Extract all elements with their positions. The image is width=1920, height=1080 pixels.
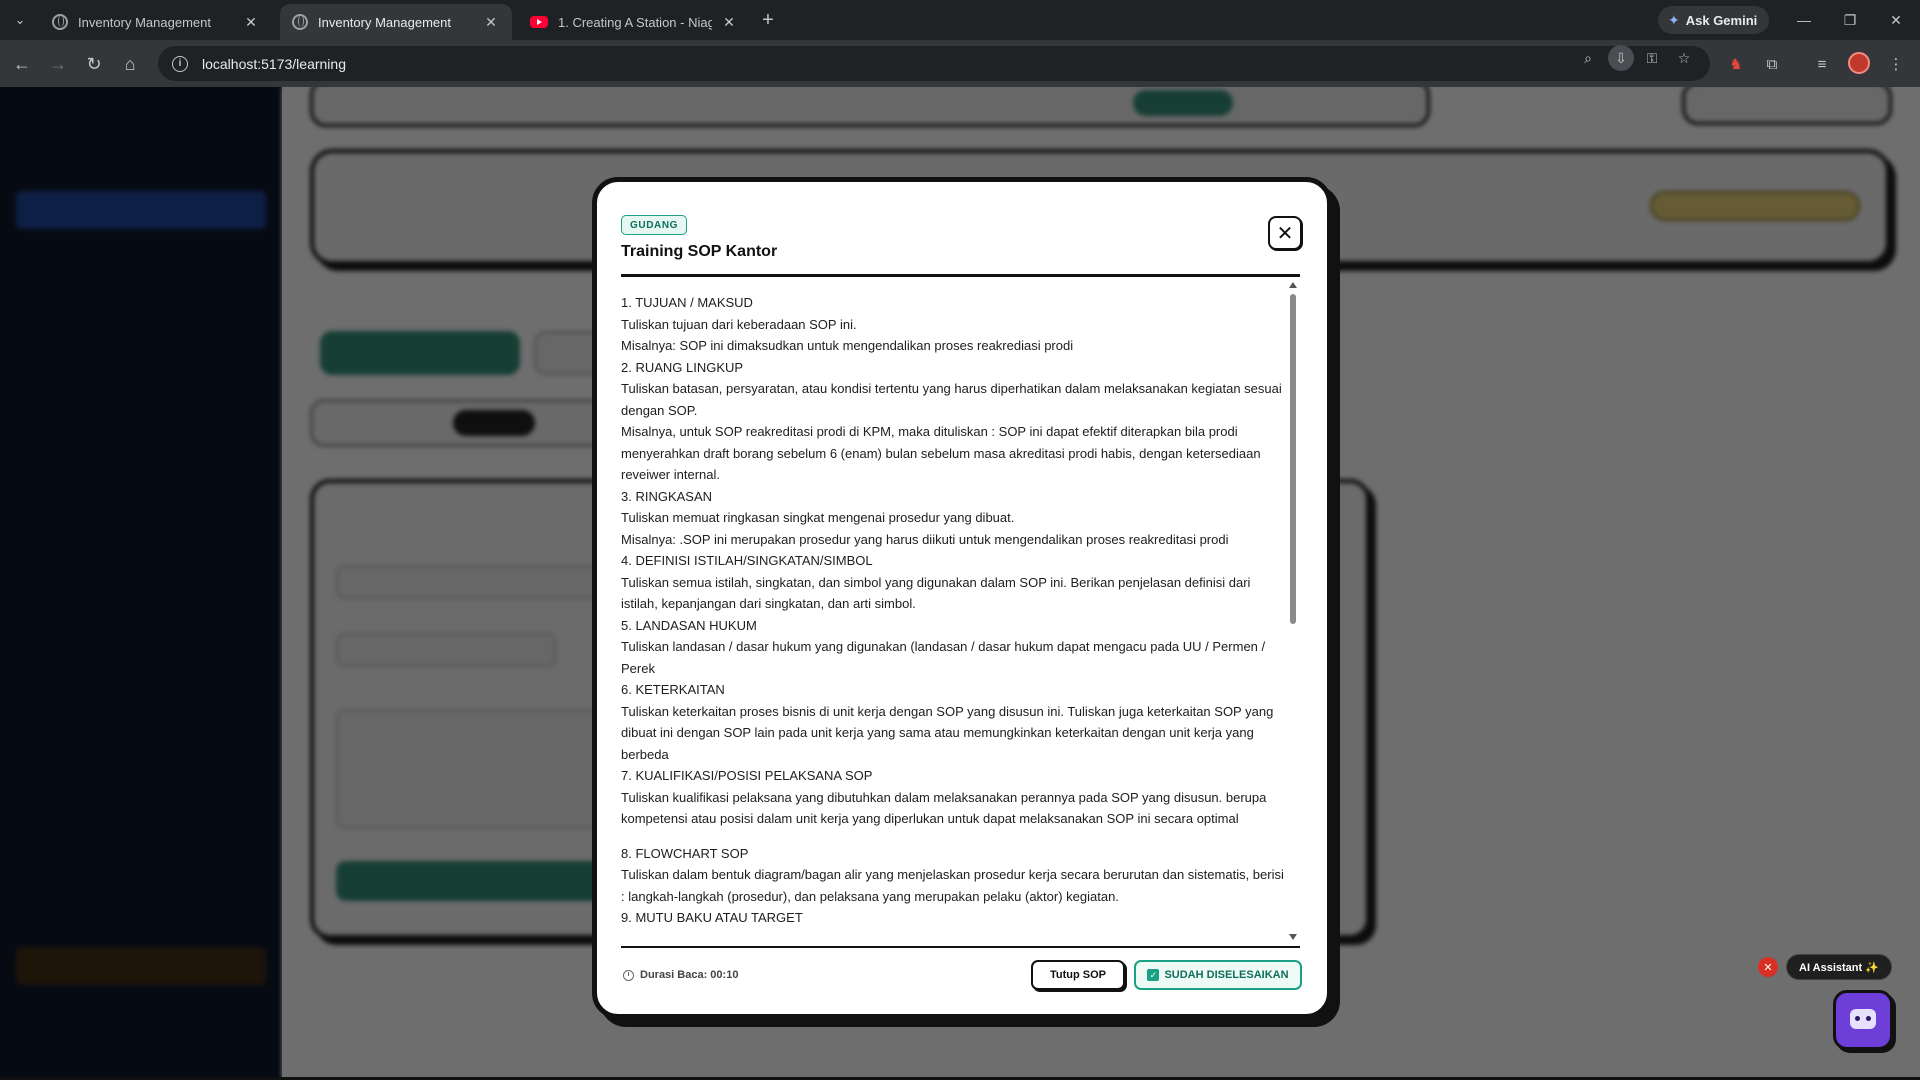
globe-icon [292,14,308,30]
scroll-up-icon[interactable] [1289,282,1297,288]
sop-line: Tuliskan batasan, persyaratan, atau kond… [621,381,1282,418]
sop-line: Tuliskan tujuan dari keberadaan SOP ini. [621,316,857,332]
sop-line: 4. DEFINISI ISTILAH/SINGKATAN/SIMBOL [621,553,873,568]
extensions-puzzle-icon[interactable]: ⧉ [1760,52,1784,76]
globe-icon [52,14,68,30]
reading-duration: Durasi Baca: 00:10 [623,969,738,981]
youtube-icon [530,16,548,28]
sop-line: 2. RUANG LINGKUP [621,359,744,375]
timer-icon [623,969,634,981]
profile-avatar[interactable] [1848,52,1870,74]
sop-line: Misalnya, untuk SOP reakreditasi prodi d… [621,424,1261,482]
browser-tab-3[interactable]: 1. Creating A Station - Niagara ✕ [518,4,750,40]
sop-line: Tuliskan memuat ringkasan singkat mengen… [621,510,1015,525]
url-text: localhost:5173/learning [202,55,346,72]
tab-title: Inventory Management [78,14,211,30]
sop-line: 5. LANDASAN HUKUM [621,617,757,633]
gemini-spark-icon: ✦ [1668,11,1680,28]
sop-line: Tuliskan landasan / dasar hukum yang dig… [621,639,1266,676]
sop-content[interactable]: 1. TUJUAN / MAKSUD Tuliskan tujuan dari … [621,278,1285,946]
mark-complete-label: SUDAH DISELESAIKAN [1164,969,1289,981]
ask-gemini-label: Ask Gemini [1685,12,1758,28]
sop-line: 7. KUALIFIKASI/POSISI PELAKSANA SOP [621,768,873,783]
modal-title: Training SOP Kantor [621,243,778,260]
tab-search-chevron-icon[interactable]: ⌄ [8,8,32,32]
close-icon[interactable]: ✕ [720,13,738,31]
dismiss-assistant-icon[interactable]: ✕ [1758,957,1778,977]
header-divider [621,274,1300,277]
browser-tab-1[interactable]: Inventory Management ✕ [40,4,272,40]
content-scrollbar[interactable] [1287,278,1299,946]
extension-icon[interactable]: ♞ [1724,52,1748,76]
footer-divider [621,946,1300,948]
close-icon[interactable]: ✕ [1268,216,1302,250]
new-tab-icon[interactable]: + [756,8,780,32]
forward-icon[interactable]: → [44,50,72,78]
sop-line: 1. TUJUAN / MAKSUD [621,295,753,310]
browser-tab-2[interactable]: Inventory Management ✕ [280,4,512,40]
robot-face [1850,1009,1876,1029]
menu-kebab-icon[interactable]: ⋮ [1884,52,1908,76]
ai-assistant-robot-icon[interactable] [1833,990,1893,1050]
back-icon[interactable]: ← [8,50,36,78]
mark-complete-button[interactable]: ✓ SUDAH DISELESAIKAN [1134,960,1302,990]
category-tag: GUDANG [621,215,688,235]
restore-icon[interactable]: ❐ [1836,8,1864,32]
sop-line: Tuliskan dalam bentuk diagram/bagan alir… [621,867,1284,904]
bookmark-star-icon[interactable]: ☆ [1674,48,1694,68]
sop-line: 8. FLOWCHART SOP [621,845,749,861]
tab-title: 1. Creating A Station - Niagara [558,14,712,30]
sop-spacer [621,830,1285,843]
sop-line: 3. RINGKASAN [621,488,713,504]
sop-modal: GUDANG Training SOP Kantor ✕ 1. TUJUAN /… [592,177,1332,1019]
scroll-down-icon[interactable] [1289,934,1297,940]
reading-duration-text: Durasi Baca: 00:10 [640,969,739,981]
sop-line: Tuliskan semua istilah, singkatan, dan s… [621,574,1251,612]
close-icon[interactable]: ✕ [242,13,260,31]
tab-strip: ⌄ Inventory Management ✕ Inventory Manag… [0,0,1920,40]
media-controls-icon[interactable]: ≡ [1810,52,1834,76]
address-bar[interactable]: i localhost:5173/learning [158,46,1710,81]
window-close-icon[interactable]: ✕ [1882,8,1910,32]
close-icon[interactable]: ✕ [482,13,500,31]
check-icon: ✓ [1147,969,1160,981]
home-icon[interactable]: ⌂ [116,50,144,78]
sop-line: 6. KETERKAITAN [621,682,725,697]
ask-gemini-button[interactable]: ✦ Ask Gemini [1658,6,1770,34]
sop-line: Misalnya: SOP ini dimaksudkan untuk meng… [621,338,1074,353]
scroll-thumb[interactable] [1290,294,1296,624]
install-app-icon[interactable]: ⇩ [1608,45,1634,71]
minimize-icon[interactable]: — [1790,8,1818,32]
site-info-icon[interactable]: i [172,55,188,72]
password-key-icon[interactable]: ⚿ [1642,48,1662,68]
reload-icon[interactable]: ↻ [80,50,108,78]
close-sop-button[interactable]: Tutup SOP [1031,960,1125,990]
sop-line: Misalnya: .SOP ini merupakan prosedur ya… [621,531,1229,547]
ai-assistant-label[interactable]: AI Assistant ✨ [1786,954,1892,980]
zoom-icon[interactable]: ⌕ [1578,48,1598,68]
browser-toolbar: ← → ↻ ⌂ i localhost:5173/learning ⌕ ⇩ ⚿ … [0,40,1920,87]
sop-line: Tuliskan kualifikasi pelaksana yang dibu… [621,789,1267,827]
sop-line: 9. MUTU BAKU ATAU TARGET [621,910,803,925]
sop-line: Tuliskan keterkaitan proses bisnis di un… [621,703,1274,762]
tab-title: Inventory Management [318,14,451,30]
